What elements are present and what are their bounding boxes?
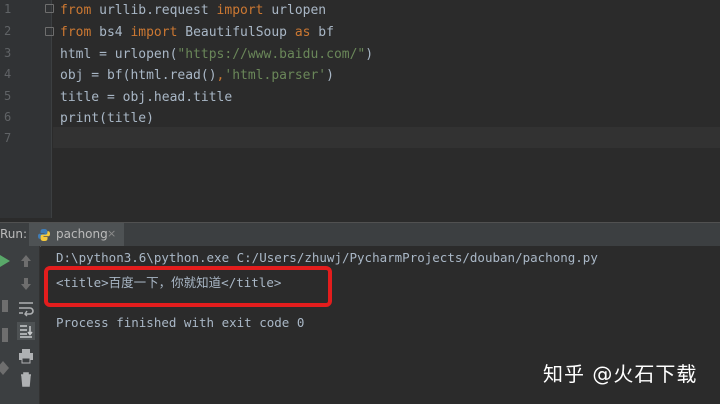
run-tool-window-header: Run: pachong × xyxy=(0,222,720,247)
line-number: 2 xyxy=(4,24,12,38)
code-token: BeautifulSoup xyxy=(177,25,295,40)
code-line[interactable]: obj = bf(html.read(),'html.parser') xyxy=(60,65,334,87)
code-token: print(title) xyxy=(60,111,154,126)
line-number: 6 xyxy=(4,110,12,124)
code-line[interactable]: print(title) xyxy=(60,108,154,130)
code-token: urllib.request xyxy=(91,3,217,18)
line-number: 3 xyxy=(4,46,12,60)
fold-marker-icon[interactable] xyxy=(45,4,54,13)
keyword-token: as xyxy=(294,25,311,40)
delete-icon[interactable] xyxy=(17,370,35,388)
code-token: ) xyxy=(365,47,374,62)
code-line[interactable]: html = urlopen("https://www.baidu.com/") xyxy=(60,44,373,66)
up-arrow-icon[interactable] xyxy=(17,252,35,270)
red-highlight-box xyxy=(44,266,332,307)
code-token: bs4 xyxy=(91,25,131,40)
fold-marker-icon[interactable] xyxy=(45,27,54,36)
command-line: D:\python3.6\python.exe C:/Users/zhuwj/P… xyxy=(56,250,598,265)
line-number: 7 xyxy=(4,131,12,145)
print-icon[interactable] xyxy=(17,347,35,365)
scroll-to-end-icon[interactable] xyxy=(17,322,35,340)
code-token: bf xyxy=(310,25,334,40)
code-token: obj = bf(html.read() xyxy=(60,68,217,83)
keyword-token: from xyxy=(60,3,92,18)
code-editor[interactable]: 1 2 3 4 5 6 7 from urllib.request import… xyxy=(0,0,720,218)
line-number: 1 xyxy=(4,2,12,16)
line-number: 4 xyxy=(4,67,12,81)
run-icon[interactable] xyxy=(0,252,14,270)
code-line[interactable]: from bs4 import BeautifulSoup as bf xyxy=(60,22,334,44)
code-line[interactable]: title = obj.head.title xyxy=(60,87,232,109)
tab-pachong[interactable]: pachong × xyxy=(29,223,124,247)
python-icon xyxy=(38,229,50,241)
stop-icon[interactable] xyxy=(0,297,14,315)
down-arrow-icon[interactable] xyxy=(17,275,35,293)
run-label: Run: xyxy=(0,227,28,241)
code-line[interactable]: from urllib.request import urlopen xyxy=(60,0,326,22)
line-number: 5 xyxy=(4,89,12,103)
string-token: 'html.parser' xyxy=(224,68,327,83)
string-token: "https://www.baidu.com/" xyxy=(177,47,366,62)
code-token: ) xyxy=(326,68,334,83)
pin-icon[interactable] xyxy=(0,326,14,344)
line-number-gutter: 1 2 3 4 5 6 7 xyxy=(0,0,54,218)
keyword-token: from xyxy=(60,25,92,40)
code-token: html = urlopen( xyxy=(60,47,178,62)
current-line-highlight xyxy=(53,127,720,148)
settings-icon[interactable] xyxy=(0,359,12,377)
code-token: urlopen xyxy=(263,3,327,18)
tab-label: pachong xyxy=(56,227,108,241)
keyword-token: import xyxy=(130,25,178,40)
exit-message: Process finished with exit code 0 xyxy=(56,315,305,330)
code-token: title = obj.head.title xyxy=(60,90,233,105)
keyword-token: import xyxy=(216,3,264,18)
soft-wrap-icon[interactable] xyxy=(17,299,35,317)
run-toolbar xyxy=(0,246,40,404)
watermark: 知乎 @火石下载 xyxy=(543,362,698,386)
close-icon[interactable]: × xyxy=(107,227,116,240)
